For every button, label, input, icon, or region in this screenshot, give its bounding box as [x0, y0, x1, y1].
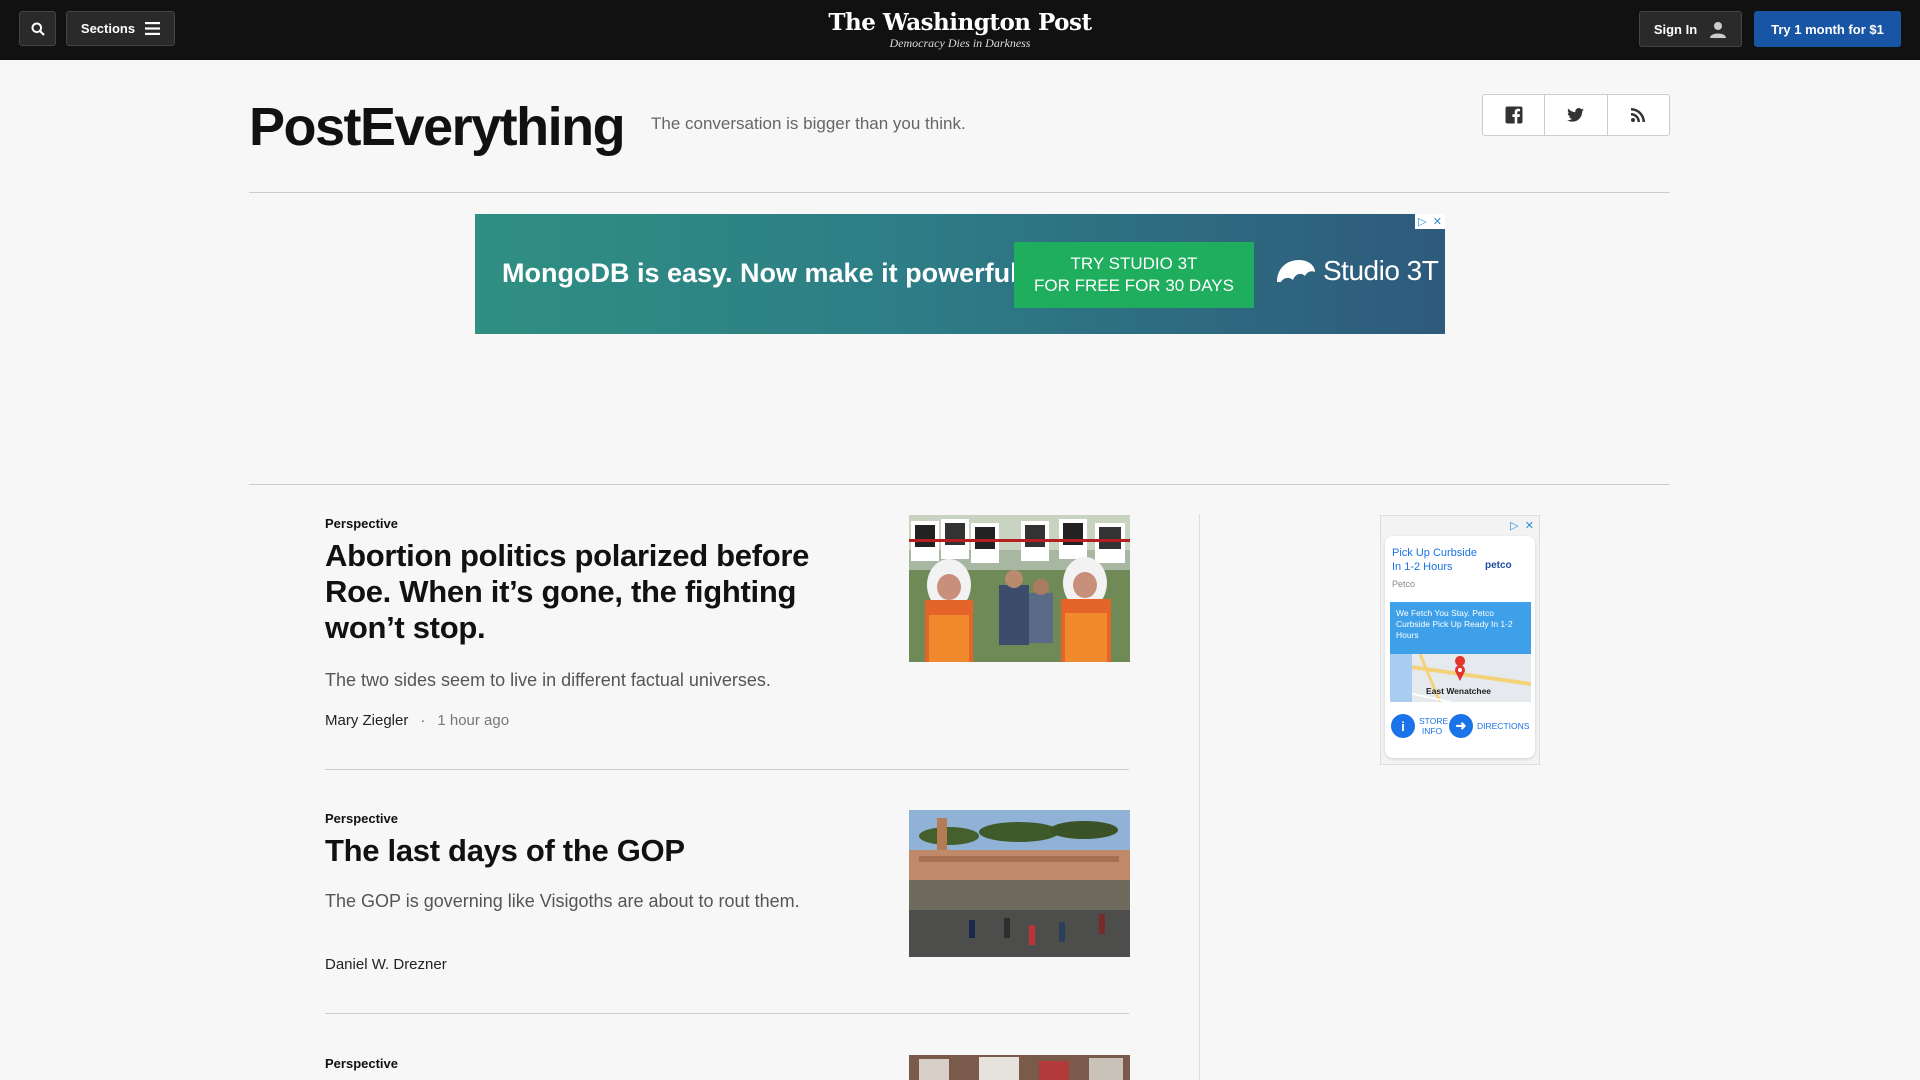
article-headline[interactable]: Abortion politics polarized before Roe. …	[325, 538, 855, 646]
share-buttons	[1482, 94, 1670, 136]
search-icon	[31, 22, 45, 36]
ad-choices[interactable]: ▷ ✕	[1415, 214, 1445, 229]
ad-card[interactable]: Pick Up Curbside In 1-2 Hours petco Petc…	[1385, 536, 1535, 758]
close-ad-icon[interactable]: ✕	[1433, 215, 1442, 228]
article-dek: The two sides seem to live in different …	[325, 670, 771, 690]
ruins-photo	[909, 810, 1130, 957]
store-info-link[interactable]: STORE INFO	[1419, 716, 1448, 736]
top-nav: Sections The Washington Post Democracy D…	[0, 0, 1920, 60]
close-ad-icon[interactable]: ✕	[1525, 519, 1534, 532]
article-author[interactable]: Daniel W. Drezner	[325, 956, 447, 973]
twitter-share-button[interactable]	[1545, 95, 1608, 135]
ad-city: East Wenatchee	[1426, 686, 1492, 696]
ad-map[interactable]: East Wenatchee	[1390, 654, 1531, 702]
article-kicker: Perspective	[325, 516, 398, 531]
masthead-tagline: Democracy Dies in Darkness	[889, 36, 1031, 50]
byline-separator: ·	[420, 712, 426, 729]
facebook-share-button[interactable]	[1483, 95, 1546, 135]
user-icon	[1710, 21, 1727, 38]
crowd-photo	[909, 1055, 1130, 1080]
article-kicker: Perspective	[325, 811, 398, 826]
ad-cta-line1: TRY STUDIO 3T	[1070, 254, 1198, 273]
ad-title[interactable]: Pick Up Curbside In 1-2 Hours	[1392, 546, 1482, 574]
rss-button[interactable]	[1608, 95, 1669, 135]
article-byline: Mary Ziegler · 1 hour ago	[325, 712, 509, 729]
article-image[interactable]	[909, 1055, 1130, 1080]
article-headline[interactable]: The last days of the GOP	[325, 833, 855, 869]
ad-logo: Studio 3T	[1275, 255, 1439, 287]
article-image[interactable]	[909, 810, 1130, 957]
adchoices-icon[interactable]: ▷	[1510, 519, 1518, 532]
article-byline: Daniel W. Drezner	[325, 956, 447, 973]
ad-divider	[249, 484, 1670, 485]
article-kicker: Perspective	[325, 1056, 398, 1071]
twitter-icon	[1567, 108, 1585, 122]
protest-photo	[909, 515, 1130, 662]
article-author[interactable]: Mary Ziegler	[325, 712, 408, 729]
column-divider	[1199, 514, 1200, 1080]
article-divider	[325, 769, 1129, 770]
facebook-icon	[1505, 106, 1523, 124]
sign-in-label: Sign In	[1653, 21, 1698, 37]
ad-logo-text: Studio 3T	[1323, 255, 1439, 286]
article-card: Perspective	[325, 1055, 1130, 1080]
masthead-name: The Washington Post	[828, 9, 1092, 36]
ad-choices[interactable]: ▷ ✕	[1507, 518, 1537, 533]
article-card: Perspective The last days of the GOP The…	[325, 810, 1130, 1010]
ad-brand: petco	[1485, 560, 1512, 571]
article-divider	[325, 1013, 1129, 1014]
header-divider	[249, 192, 1670, 193]
article-timestamp: 1 hour ago	[437, 712, 510, 729]
ad-blurb: We Fetch You Stay. Petco Curbside Pick U…	[1390, 602, 1531, 654]
ad-cta-line2: FOR FREE FOR 30 DAYS	[1034, 276, 1234, 295]
subscribe-button[interactable]: Try 1 month for $1	[1754, 11, 1901, 47]
sections-button[interactable]: Sections	[66, 11, 175, 46]
directions-icon[interactable]: ➜	[1449, 714, 1473, 738]
article-card: Perspective Abortion politics polarized …	[325, 515, 1130, 770]
adchoices-icon[interactable]: ▷	[1418, 215, 1426, 228]
info-icon[interactable]: i	[1391, 714, 1415, 738]
rss-icon	[1631, 108, 1646, 122]
top-banner-ad[interactable]: MongoDB is easy. Now make it powerful. T…	[475, 214, 1445, 334]
ad-headline: MongoDB is easy. Now make it powerful.	[502, 258, 1026, 288]
search-button[interactable]	[19, 11, 56, 46]
sign-in-button[interactable]: Sign In	[1639, 11, 1742, 47]
studio3t-logo-icon	[1277, 260, 1315, 282]
page-tagline: The conversation is bigger than you thin…	[651, 114, 966, 133]
sections-label: Sections	[80, 21, 136, 36]
ad-advertiser: Petco	[1392, 579, 1416, 589]
directions-link[interactable]: DIRECTIONS	[1477, 721, 1529, 731]
ad-cta-button[interactable]: TRY STUDIO 3T FOR FREE FOR 30 DAYS	[1014, 242, 1254, 308]
sidebar-ad[interactable]: ▷ ✕ Pick Up Curbside In 1-2 Hours petco …	[1380, 515, 1540, 765]
article-dek: The GOP is governing like Visigoths are …	[325, 891, 800, 911]
article-image[interactable]	[909, 515, 1130, 662]
menu-icon	[145, 22, 161, 35]
ad-actions: i STORE INFO ➜ DIRECTIONS	[1391, 714, 1535, 738]
masthead-logo[interactable]: The Washington Post Democracy Dies in Da…	[760, 9, 1160, 49]
page-title: PostEverything	[249, 97, 626, 157]
